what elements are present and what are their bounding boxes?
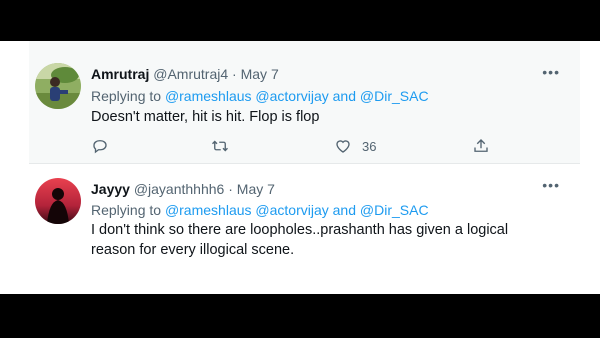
tweet-text: I don't think so there are loopholes..pr… [91, 222, 509, 258]
mention-link[interactable]: @actorvijay [255, 202, 328, 218]
more-icon[interactable]: ••• [542, 65, 560, 79]
retweet-icon [212, 140, 228, 152]
replying-prefix: Replying to [91, 202, 162, 218]
display-name[interactable]: Jayyy [91, 181, 130, 197]
like-count: 36 [362, 138, 377, 154]
tweet-date[interactable]: May 7 [241, 66, 279, 82]
tweet-header: Amrutraj @Amrutraj4 · May 7 [91, 66, 279, 82]
handle[interactable]: @jayanthhhh6 [134, 181, 225, 197]
mention-and: and [332, 88, 356, 104]
display-name[interactable]: Amrutraj [91, 66, 149, 82]
reply-icon [93, 140, 107, 154]
separator: · [224, 181, 237, 197]
more-icon[interactable]: ••• [542, 178, 560, 192]
mention-link[interactable]: @rameshlaus [165, 88, 252, 104]
like-icon [336, 140, 350, 153]
like-button[interactable]: 36 [334, 137, 376, 155]
separator: · [228, 66, 241, 82]
share-button[interactable] [472, 137, 490, 155]
mention-link[interactable]: @Dir_SAC [360, 88, 429, 104]
avatar[interactable] [35, 63, 81, 109]
mention-link[interactable]: @actorvijay [255, 88, 328, 104]
mention-link[interactable]: @rameshlaus [165, 202, 252, 218]
share-icon [474, 139, 488, 152]
tweet-text: Doesn't matter, hit is hit. Flop is flop [91, 109, 320, 125]
tweet-header: Jayyy @jayanthhhh6 · May 7 [91, 181, 275, 197]
tweet-jayyy[interactable]: Jayyy @jayanthhhh6 · May 7 ••• Replying … [29, 164, 580, 294]
retweet-button[interactable] [211, 137, 239, 155]
replying-to: Replying to @rameshlaus @actorvijay and … [91, 202, 429, 218]
avatar[interactable] [35, 178, 81, 224]
replying-prefix: Replying to [91, 88, 162, 104]
tweet-amrutraj[interactable]: Amrutraj @Amrutraj4 · May 7 ••• Replying… [29, 41, 580, 163]
handle[interactable]: @Amrutraj4 [153, 66, 228, 82]
tweet-date[interactable]: May 7 [237, 181, 275, 197]
mention-and: and [332, 202, 356, 218]
mention-link[interactable]: @Dir_SAC [360, 202, 429, 218]
tweet-actions: 36 [91, 137, 491, 157]
tweet-thread: Amrutraj @Amrutraj4 · May 7 ••• Replying… [0, 41, 600, 294]
replying-to: Replying to @rameshlaus @actorvijay and … [91, 88, 429, 104]
reply-button[interactable] [91, 137, 119, 155]
